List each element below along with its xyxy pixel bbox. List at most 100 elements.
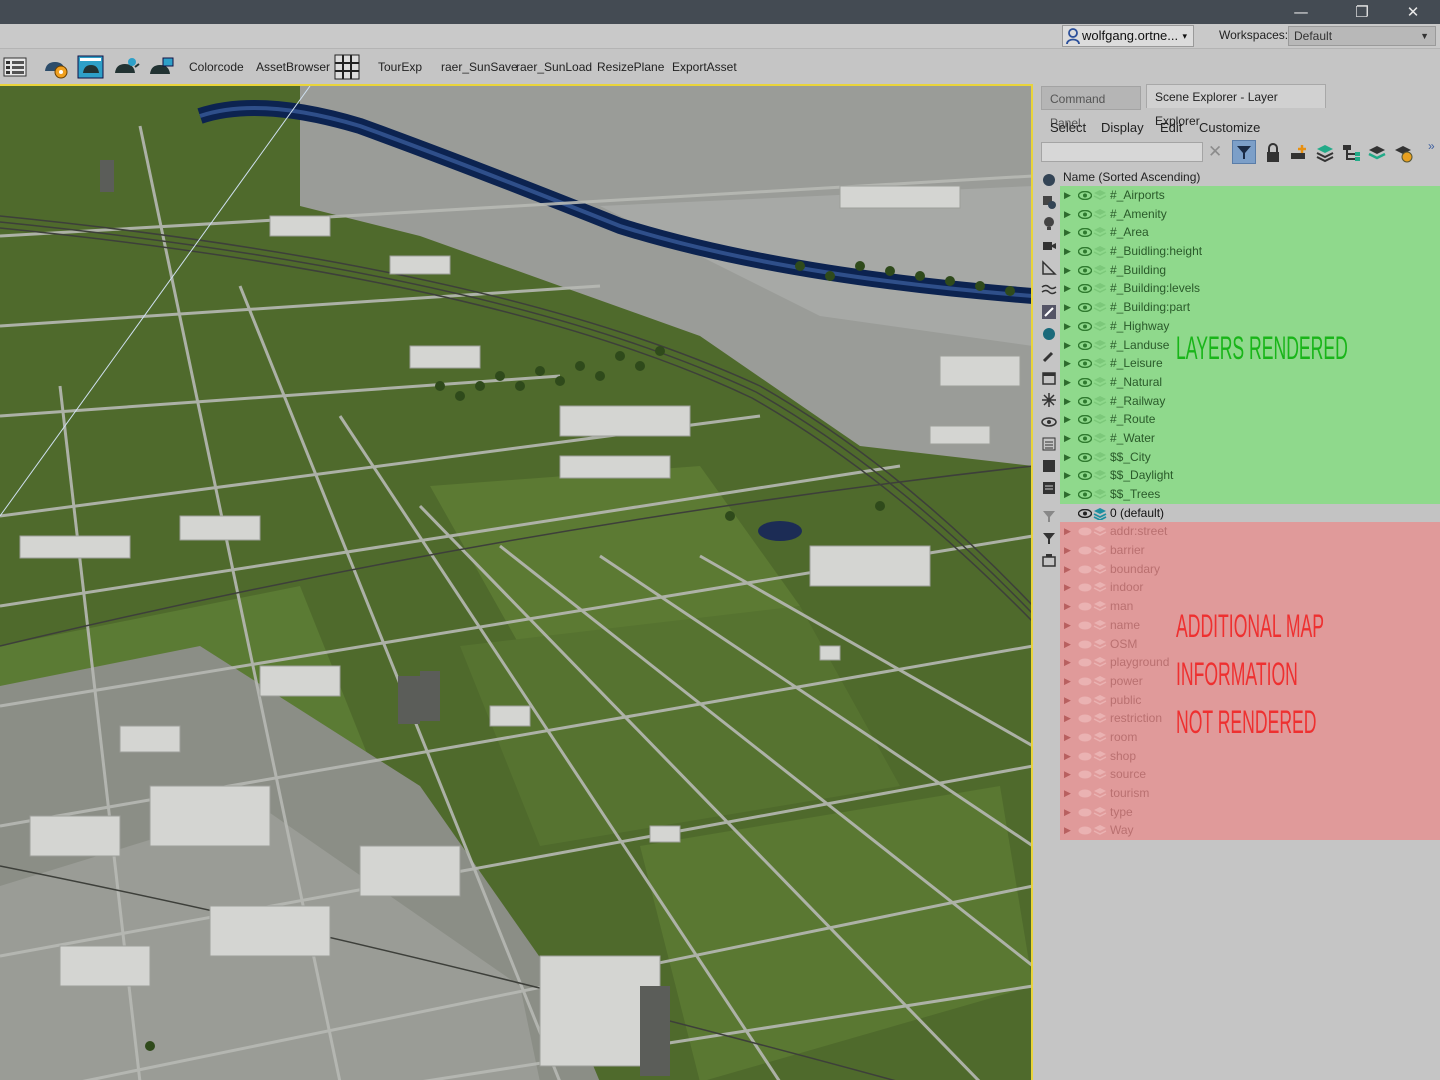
layer-row-indoor[interactable]: ▶ indoor bbox=[1060, 578, 1440, 598]
helper-icon[interactable] bbox=[1041, 260, 1057, 276]
eye-hidden-icon[interactable] bbox=[1078, 583, 1092, 592]
display-all-icon[interactable] bbox=[1041, 458, 1057, 474]
properties-icon[interactable] bbox=[1041, 480, 1057, 496]
expand-arrow-icon[interactable]: ▶ bbox=[1064, 560, 1071, 579]
expand-arrow-icon[interactable]: ▶ bbox=[1064, 373, 1071, 392]
lock-icon[interactable] bbox=[1262, 142, 1284, 164]
layer-row-barrier[interactable]: ▶ barrier bbox=[1060, 541, 1440, 560]
expand-arrow-icon[interactable]: ▶ bbox=[1064, 242, 1071, 261]
eye-icon[interactable] bbox=[1078, 508, 1092, 518]
more-tools-button[interactable]: » bbox=[1428, 139, 1435, 153]
clear-search-icon[interactable]: ✕ bbox=[1208, 142, 1222, 162]
visibility-icon[interactable] bbox=[1041, 414, 1057, 430]
expand-arrow-icon[interactable]: ▶ bbox=[1064, 522, 1071, 541]
teapot-frame-icon[interactable] bbox=[147, 53, 175, 81]
layer-row-route[interactable]: ▶ #_Route bbox=[1060, 410, 1440, 429]
filter-icon[interactable] bbox=[1041, 530, 1057, 546]
eye-icon[interactable] bbox=[1078, 209, 1092, 219]
eye-hidden-icon[interactable] bbox=[1078, 696, 1092, 705]
search-input[interactable] bbox=[1041, 142, 1203, 162]
expand-arrow-icon[interactable]: ▶ bbox=[1064, 635, 1071, 654]
expand-arrow-icon[interactable]: ▶ bbox=[1064, 298, 1071, 317]
eye-icon[interactable] bbox=[1078, 415, 1092, 425]
menu-edit[interactable]: Edit bbox=[1160, 120, 1182, 135]
grid-tool-icon[interactable] bbox=[333, 53, 361, 81]
eye-icon[interactable] bbox=[1078, 228, 1092, 238]
restore-button[interactable]: ❐ bbox=[1339, 0, 1385, 24]
user-account-button[interactable]: wolfgang.ortne... ▾ bbox=[1062, 25, 1194, 47]
layer-row-boundary[interactable]: ▶ boundary bbox=[1060, 559, 1440, 579]
layer-row-railway[interactable]: ▶ #_Railway bbox=[1060, 391, 1440, 411]
expand-arrow-icon[interactable]: ▶ bbox=[1064, 616, 1071, 635]
layer-row-way[interactable]: ▶ Way bbox=[1060, 821, 1440, 841]
expand-arrow-icon[interactable]: ▶ bbox=[1064, 803, 1071, 822]
layers-stack-icon[interactable] bbox=[1314, 142, 1336, 164]
eye-icon[interactable] bbox=[1078, 452, 1092, 462]
render-setup-icon[interactable] bbox=[42, 53, 70, 81]
layer-manager-icon[interactable] bbox=[2, 53, 30, 81]
selection-set-icon[interactable] bbox=[1041, 552, 1057, 568]
layer-row-water[interactable]: ▶ #_Water bbox=[1060, 428, 1440, 448]
eye-hidden-icon[interactable] bbox=[1078, 733, 1092, 742]
sunload-button[interactable]: raer_SunLoad bbox=[516, 60, 592, 74]
teapot-icon[interactable] bbox=[1041, 326, 1057, 342]
hierarchy-icon[interactable] bbox=[1340, 142, 1362, 164]
eye-icon[interactable] bbox=[1078, 471, 1092, 481]
layer-row-daylight[interactable]: ▶ $$_Daylight bbox=[1060, 466, 1440, 485]
layer-row-buidling-height[interactable]: ▶ #_Buidling:height bbox=[1060, 242, 1440, 261]
eye-icon[interactable] bbox=[1078, 284, 1092, 294]
layer-row-addr-street[interactable]: ▶ addr:street bbox=[1060, 522, 1440, 542]
layer-row-airports[interactable]: ▶ #_Airports bbox=[1060, 186, 1440, 205]
eye-hidden-icon[interactable] bbox=[1078, 677, 1092, 686]
layer-row-amenity[interactable]: ▶ #_Amenity bbox=[1060, 204, 1440, 224]
expand-arrow-icon[interactable]: ▶ bbox=[1064, 709, 1071, 728]
layer-row-city[interactable]: ▶ $$_City bbox=[1060, 447, 1440, 467]
expand-arrow-icon[interactable]: ▶ bbox=[1064, 261, 1071, 280]
expand-arrow-icon[interactable]: ▶ bbox=[1064, 429, 1071, 448]
expand-arrow-icon[interactable]: ▶ bbox=[1064, 728, 1071, 747]
eye-hidden-icon[interactable] bbox=[1078, 621, 1092, 630]
assetbrowser-button[interactable]: AssetBrowser bbox=[256, 60, 330, 74]
eye-icon[interactable] bbox=[1078, 265, 1092, 275]
expand-arrow-icon[interactable]: ▶ bbox=[1064, 485, 1071, 504]
camera-icon[interactable] bbox=[1041, 238, 1057, 254]
container-icon[interactable] bbox=[1041, 370, 1057, 386]
menu-display[interactable]: Display bbox=[1101, 120, 1144, 135]
filter-toggle-button[interactable] bbox=[1232, 140, 1256, 164]
menu-customize[interactable]: Customize bbox=[1199, 120, 1260, 135]
tab-scene-explorer[interactable]: Scene Explorer - Layer Explorer bbox=[1146, 84, 1326, 128]
viewport-3d[interactable] bbox=[0, 84, 1033, 1080]
layer-row-source[interactable]: ▶ source bbox=[1060, 765, 1440, 784]
layer-row-shop[interactable]: ▶ shop bbox=[1060, 746, 1440, 766]
sunsave-button[interactable]: raer_SunSave bbox=[441, 60, 518, 74]
eye-icon[interactable] bbox=[1078, 191, 1092, 200]
expand-arrow-icon[interactable]: ▶ bbox=[1064, 597, 1071, 616]
snowflake-icon[interactable] bbox=[1041, 392, 1057, 408]
close-button[interactable]: ✕ bbox=[1390, 0, 1436, 24]
expand-arrow-icon[interactable]: ▶ bbox=[1064, 186, 1071, 205]
exportasset-button[interactable]: ExportAsset bbox=[672, 60, 737, 74]
expand-arrow-icon[interactable]: ▶ bbox=[1064, 336, 1071, 355]
menu-select[interactable]: Select bbox=[1050, 120, 1086, 135]
expand-arrow-icon[interactable]: ▶ bbox=[1064, 392, 1071, 411]
shapes-icon[interactable] bbox=[1041, 194, 1057, 210]
tab-command-panel[interactable]: Command Panel bbox=[1041, 86, 1141, 130]
eye-hidden-icon[interactable] bbox=[1078, 565, 1092, 574]
layer-row-type[interactable]: ▶ type bbox=[1060, 802, 1440, 822]
eye-hidden-icon[interactable] bbox=[1078, 640, 1092, 649]
expand-arrow-icon[interactable]: ▶ bbox=[1064, 691, 1071, 710]
eye-hidden-icon[interactable] bbox=[1078, 602, 1092, 611]
expand-arrow-icon[interactable]: ▶ bbox=[1064, 747, 1071, 766]
eye-hidden-icon[interactable] bbox=[1078, 808, 1092, 817]
spacewarp-icon[interactable] bbox=[1041, 282, 1057, 298]
layer-row-default[interactable]: 0 (default) bbox=[1060, 503, 1440, 523]
eye-icon[interactable] bbox=[1078, 359, 1092, 369]
layer-row-trees[interactable]: ▶ $$_Trees bbox=[1060, 485, 1440, 504]
list-icon[interactable] bbox=[1041, 436, 1057, 452]
eye-hidden-icon[interactable] bbox=[1078, 546, 1092, 555]
expand-arrow-icon[interactable]: ▶ bbox=[1064, 317, 1071, 336]
layer-row-area[interactable]: ▶ #_Area bbox=[1060, 223, 1440, 243]
expand-arrow-icon[interactable]: ▶ bbox=[1064, 466, 1071, 485]
expand-arrow-icon[interactable]: ▶ bbox=[1064, 821, 1071, 840]
add-layer-icon[interactable] bbox=[1288, 142, 1310, 164]
